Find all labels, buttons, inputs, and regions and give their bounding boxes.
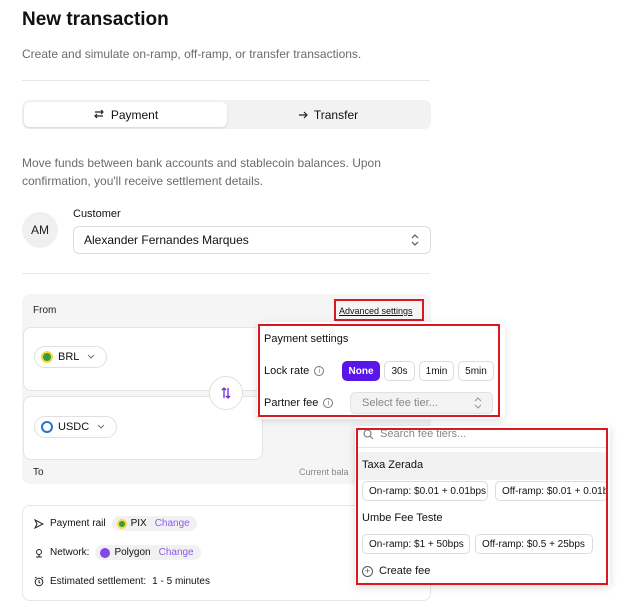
tab-payment[interactable]: Payment (24, 102, 227, 127)
network-row: Network: Polygon Change (34, 545, 201, 560)
mode-segmented-control: Payment Transfer (22, 100, 431, 129)
from-currency-label: BRL (58, 351, 80, 363)
tab-payment-label: Payment (110, 107, 159, 122)
annotation-box (258, 324, 500, 417)
send-icon (34, 518, 44, 529)
change-network-link[interactable]: Change (159, 547, 194, 558)
payment-rail-tag: PIX Change (111, 516, 197, 531)
polygon-icon (100, 547, 111, 558)
settlement-value: 1 - 5 minutes (152, 576, 210, 587)
page-subtitle: Create and simulate on-ramp, off-ramp, o… (22, 47, 362, 61)
page-title: New transaction (22, 9, 169, 30)
chevron-down-icon (88, 354, 95, 359)
chevron-down-icon (97, 424, 105, 429)
brl-flag-icon (41, 351, 53, 363)
change-payment-rail-link[interactable]: Change (155, 518, 190, 529)
avatar: AM (22, 212, 58, 248)
network-label: Network: (50, 547, 90, 558)
arrow-right-icon (298, 108, 308, 122)
network-value: Polygon (114, 547, 151, 558)
to-currency-label: USDC (58, 421, 90, 433)
network-icon (36, 548, 42, 557)
swap-vertical-icon (221, 387, 231, 399)
payment-rail-label: Payment rail (50, 518, 106, 529)
from-currency-select[interactable]: BRL (34, 346, 108, 368)
usdc-coin-icon (41, 421, 53, 433)
arrows-swap-icon (93, 108, 105, 122)
payment-rail-row: Payment rail PIX Change (34, 516, 197, 531)
settlement-label: Estimated settlement: (50, 576, 147, 587)
tab-transfer[interactable]: Transfer (227, 102, 429, 127)
swap-currencies-button[interactable] (209, 376, 243, 410)
tab-transfer-label: Transfer (313, 107, 359, 122)
divider (22, 80, 430, 81)
annotation-box (334, 299, 424, 321)
from-label: From (33, 305, 57, 316)
customer-label: Customer (73, 208, 121, 220)
current-balance-label: Current bala (299, 467, 349, 477)
network-tag: Polygon Change (95, 545, 201, 560)
chevron-up-down-icon (411, 234, 419, 246)
divider (22, 273, 430, 274)
payment-rail-value: PIX (130, 518, 147, 529)
alarm-clock-icon (34, 576, 44, 587)
settlement-row: Estimated settlement: 1 - 5 minutes (34, 576, 210, 587)
customer-select[interactable]: Alexander Fernandes Marques (73, 226, 431, 254)
description: Move funds between bank accounts and sta… (22, 156, 381, 188)
to-label: To (33, 467, 44, 478)
pix-flag-icon (116, 518, 127, 529)
customer-value: Alexander Fernandes Marques (84, 233, 249, 247)
annotation-box (356, 428, 608, 585)
to-currency-select[interactable]: USDC (34, 416, 118, 438)
